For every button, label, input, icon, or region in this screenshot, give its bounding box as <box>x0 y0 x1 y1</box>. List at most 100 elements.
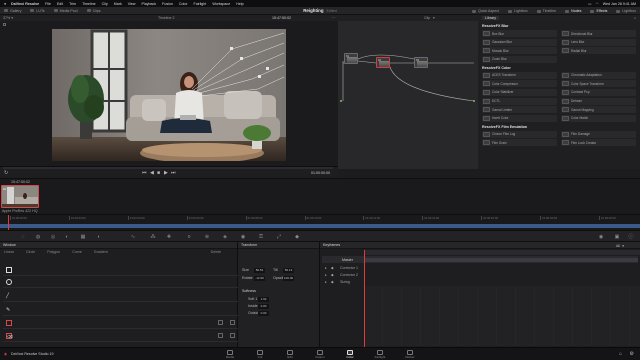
page-deliver[interactable]: Deliver <box>400 349 420 359</box>
zoom-select[interactable]: 37% <box>3 16 10 20</box>
window-row-erase[interactable]: ⌫ <box>3 330 239 342</box>
page-fairlight[interactable]: Fairlight <box>370 349 390 359</box>
opacity-field[interactable]: 100.00 <box>283 276 294 281</box>
menu-mark[interactable]: Mark <box>114 2 122 6</box>
rotate-field[interactable]: -12.96 <box>254 276 265 281</box>
library-effect-item[interactable]: Mosaic Blur <box>482 47 557 55</box>
lightbox-button[interactable]: Lightbox <box>508 9 528 13</box>
pointer-tool-icon[interactable] <box>3 23 6 26</box>
keyframe-diamond-icon[interactable]: ◆ <box>331 273 334 277</box>
clip-thumbnail[interactable]: 01 <box>1 185 39 208</box>
menu-clip[interactable]: Clip <box>102 2 108 6</box>
sizing-icon[interactable]: ⤢ <box>276 234 282 240</box>
camera-raw-icon[interactable]: ◌ <box>20 234 26 240</box>
library-effect-item[interactable]: Film Damage <box>561 130 636 138</box>
menu-timeline[interactable]: Timeline <box>82 2 95 6</box>
outside-field[interactable]: 0.00 <box>258 311 269 316</box>
library-effect-item[interactable]: Color Compressor <box>482 80 557 88</box>
info-icon[interactable]: ⓘ <box>628 234 634 240</box>
curves-icon[interactable]: ∿ <box>130 234 136 240</box>
expand-icon[interactable]: ▸ <box>325 280 327 284</box>
menu-app[interactable]: DaVinci Resolve <box>11 2 39 6</box>
library-effect-item[interactable]: Film Look Creator <box>561 139 636 147</box>
effects-button[interactable]: Effects <box>590 9 607 13</box>
library-effect-item[interactable]: Invert Color <box>482 114 557 122</box>
apple-icon[interactable]: ● <box>4 2 6 6</box>
node-editor[interactable]: 01 02 03 <box>338 21 478 169</box>
delete-button[interactable]: Delete <box>211 250 221 254</box>
luts-button[interactable]: LUTs <box>30 9 45 13</box>
library-effect-item[interactable]: Chromatic Adaptation <box>561 71 636 79</box>
search-icon[interactable]: ⌕ <box>634 16 636 20</box>
library-effect-item[interactable]: Color Match <box>561 114 636 122</box>
skip-forward-icon[interactable]: ⏭ <box>171 170 176 176</box>
tab-curve[interactable]: Curve <box>72 250 82 254</box>
library-effect-item[interactable]: Gaussian Blur <box>482 38 557 46</box>
home-icon[interactable]: ⌂ <box>619 351 622 357</box>
viewer-options-icon[interactable]: ⋯ <box>331 16 335 20</box>
keyframe-diamond-icon[interactable]: ◆ <box>331 280 334 284</box>
tab-linear[interactable]: Linear <box>4 250 14 254</box>
keyframe-playhead[interactable] <box>364 250 365 347</box>
enable-checkbox[interactable] <box>230 333 235 338</box>
node-01[interactable]: 01 <box>344 53 358 64</box>
window-row-circle[interactable] <box>3 276 239 288</box>
color-wheels-icon[interactable]: ◎ <box>50 234 56 240</box>
timeline-button[interactable]: Timeline <box>536 9 556 13</box>
library-effect-item[interactable]: Color Stabilizer <box>482 88 557 96</box>
library-section-title[interactable]: ResolveFX Blur <box>482 24 640 28</box>
keyframe-row-corrector-1[interactable]: ▸ ◆ Corrector 1 <box>322 264 638 271</box>
color-match-icon[interactable]: ◍ <box>35 234 41 240</box>
library-section-title[interactable]: ResolveFX Color <box>482 66 640 70</box>
library-effect-item[interactable]: Radial Blur <box>561 47 636 55</box>
gallery-button[interactable]: Gallery <box>4 9 21 13</box>
menu-edit[interactable]: Edit <box>57 2 63 6</box>
node-mode-select[interactable]: Clip <box>424 16 430 20</box>
loop-icon[interactable]: ↻ <box>4 170 8 176</box>
soft1-field[interactable]: 1.92 <box>258 297 269 302</box>
mini-timeline[interactable]: 01:00:00:00 01:00:02:00 01:00:04:00 01:00:0… <box>0 214 640 231</box>
menu-color[interactable]: Color <box>179 2 188 6</box>
key-icon[interactable]: ⚿ <box>258 234 264 240</box>
window-row-line[interactable]: ╱ <box>3 290 239 302</box>
library-effect-item[interactable]: Box Blur <box>482 30 557 37</box>
keyframe-row-sizing[interactable]: ▸ ◆ Sizing <box>322 278 638 285</box>
play-icon[interactable]: ▶ <box>164 170 168 176</box>
enable-checkbox[interactable] <box>230 320 235 325</box>
keyframes-toggle-icon[interactable]: ◉ <box>598 234 604 240</box>
blur-icon[interactable]: ◉ <box>240 234 246 240</box>
tab-gradient[interactable]: Gradient <box>94 250 108 254</box>
magic-mask-icon[interactable]: ◈ <box>222 234 228 240</box>
timeline-track[interactable] <box>0 224 640 228</box>
library-effect-item[interactable]: Color Space Transform <box>561 80 636 88</box>
menu-fusion[interactable]: Fusion <box>162 2 173 6</box>
library-effect-item[interactable]: Lens Blur <box>561 38 636 46</box>
library-effect-item[interactable]: Film Grain <box>482 139 557 147</box>
page-cut[interactable]: Cut <box>250 349 270 359</box>
library-effect-item[interactable]: Gamut Limiter <box>482 106 557 114</box>
tab-polygon[interactable]: Polygon <box>47 250 60 254</box>
menu-workspace[interactable]: Workspace <box>212 2 230 6</box>
inside-field[interactable]: 0.00 <box>258 304 269 309</box>
tab-circle[interactable]: Circle <box>26 250 35 254</box>
timeline-name[interactable]: Timeline 2 <box>158 16 174 20</box>
page-color[interactable]: Color <box>340 349 360 359</box>
library-effect-item[interactable]: Contrast Pop <box>561 88 636 96</box>
window-row-square[interactable] <box>3 264 239 276</box>
stop-icon[interactable]: ■ <box>157 170 160 176</box>
play-reverse-icon[interactable]: ◀ <box>150 170 154 176</box>
library-effect-item[interactable]: Zoom Blur <box>482 55 557 63</box>
timeline-playhead[interactable] <box>8 215 9 231</box>
qualifier-icon[interactable]: ✚ <box>166 234 172 240</box>
invert-checkbox[interactable] <box>218 320 223 325</box>
tab-library[interactable]: Library <box>482 16 499 20</box>
keyframe-mode-select[interactable]: All <box>616 244 620 248</box>
scopes-icon[interactable]: ▣ <box>614 234 620 240</box>
page-fusion[interactable]: Fusion <box>310 349 330 359</box>
expand-icon[interactable]: ▸ <box>325 273 327 277</box>
keyframe-row-master[interactable]: Master <box>322 256 638 263</box>
tilt-field[interactable]: 50.13 <box>283 268 294 273</box>
skip-back-icon[interactable]: ⏮ <box>142 170 147 176</box>
keyframe-diamond-icon[interactable]: ◆ <box>331 266 334 270</box>
3d-icon[interactable]: ◆ <box>294 234 300 240</box>
